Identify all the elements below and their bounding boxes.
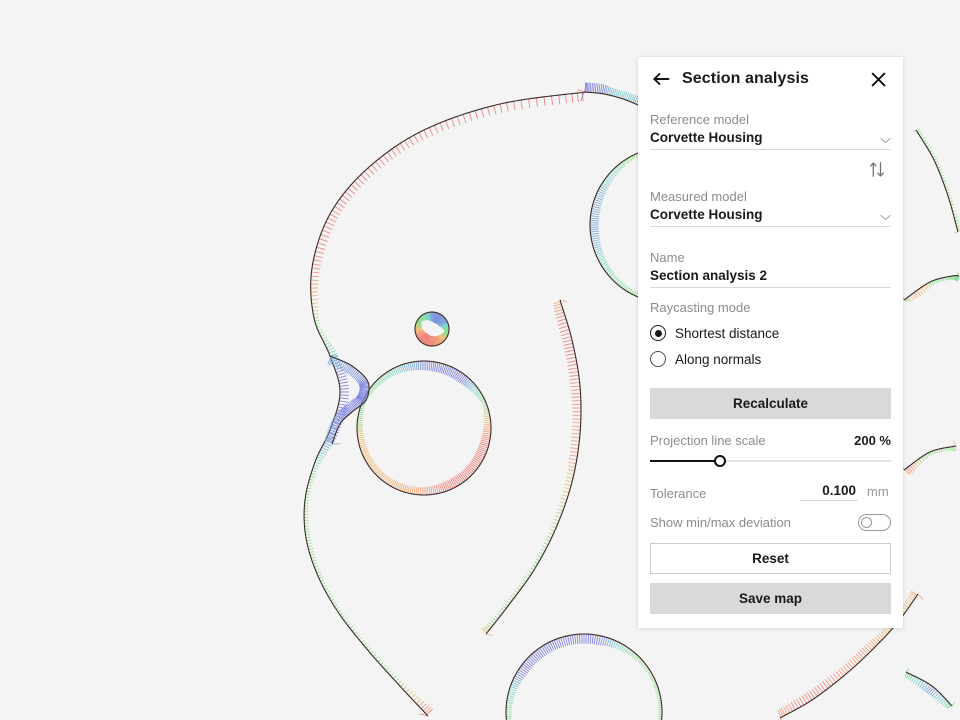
tolerance-input[interactable]: 0.100 (800, 483, 858, 501)
arrow-left-icon (652, 73, 669, 85)
show-minmax-deviation-toggle[interactable] (858, 514, 891, 531)
name-field: Name Section analysis 2 (650, 249, 891, 288)
radio-along-normals[interactable]: Along normals (650, 346, 891, 372)
raycasting-mode-group: Raycasting mode Shortest distance Along … (650, 299, 891, 372)
projection-line-scale-header: Projection line scale 200 % (650, 433, 891, 448)
toggle-knob (860, 516, 872, 528)
radio-unselected-icon (650, 351, 666, 367)
slider-fill (650, 460, 720, 462)
chevron-down-icon (880, 214, 891, 222)
reference-model-label: Reference model (650, 112, 749, 127)
panel-title: Section analysis (682, 70, 809, 87)
panel-header: Section analysis (638, 57, 903, 101)
measured-model-field: Measured model Corvette Housing (650, 188, 891, 227)
name-label: Name (650, 250, 685, 265)
measured-model-label: Measured model (650, 189, 747, 204)
section-analysis-screen: Section analysis Reference model Corvett… (0, 0, 960, 720)
reference-model-value: Corvette Housing (650, 130, 763, 145)
measured-model-select[interactable]: Corvette Housing (650, 207, 891, 227)
chevron-down-icon (880, 137, 891, 145)
swap-models-button[interactable] (865, 157, 889, 181)
tolerance-unit: mm (867, 484, 889, 499)
swap-vertical-icon (869, 161, 884, 177)
name-value: Section analysis 2 (650, 268, 768, 283)
projection-line-scale-block: Projection line scale 200 % (650, 433, 891, 469)
save-map-button[interactable]: Save map (650, 583, 891, 614)
reference-model-select[interactable]: Corvette Housing (650, 130, 891, 150)
projection-line-scale-slider[interactable] (650, 453, 891, 469)
raycasting-mode-label: Raycasting mode (650, 300, 751, 315)
reference-model-field: Reference model Corvette Housing (650, 111, 891, 150)
reset-button[interactable]: Reset (650, 543, 891, 574)
radio-shortest-distance-label: Shortest distance (675, 325, 780, 341)
section-analysis-panel: Section analysis Reference model Corvett… (638, 57, 903, 628)
show-minmax-deviation-label: Show min/max deviation (650, 515, 791, 530)
tolerance-row: Tolerance 0.100 mm (650, 483, 891, 501)
measured-model-value: Corvette Housing (650, 207, 763, 222)
close-button[interactable] (865, 66, 891, 92)
show-minmax-deviation-row: Show min/max deviation (650, 514, 891, 531)
close-icon (871, 72, 885, 86)
tolerance-label: Tolerance (650, 486, 707, 501)
slider-thumb[interactable] (713, 455, 726, 467)
projection-line-scale-label: Projection line scale (650, 433, 766, 448)
recalculate-button[interactable]: Recalculate (650, 388, 891, 419)
projection-line-scale-value: 200 % (854, 433, 891, 448)
swap-models-row (650, 150, 891, 188)
panel-body: Reference model Corvette Housing Measure… (638, 111, 903, 614)
radio-selected-icon (650, 325, 666, 341)
radio-along-normals-label: Along normals (675, 351, 762, 367)
radio-shortest-distance[interactable]: Shortest distance (650, 320, 891, 346)
back-button[interactable] (648, 66, 674, 92)
name-input[interactable]: Section analysis 2 (650, 268, 891, 288)
